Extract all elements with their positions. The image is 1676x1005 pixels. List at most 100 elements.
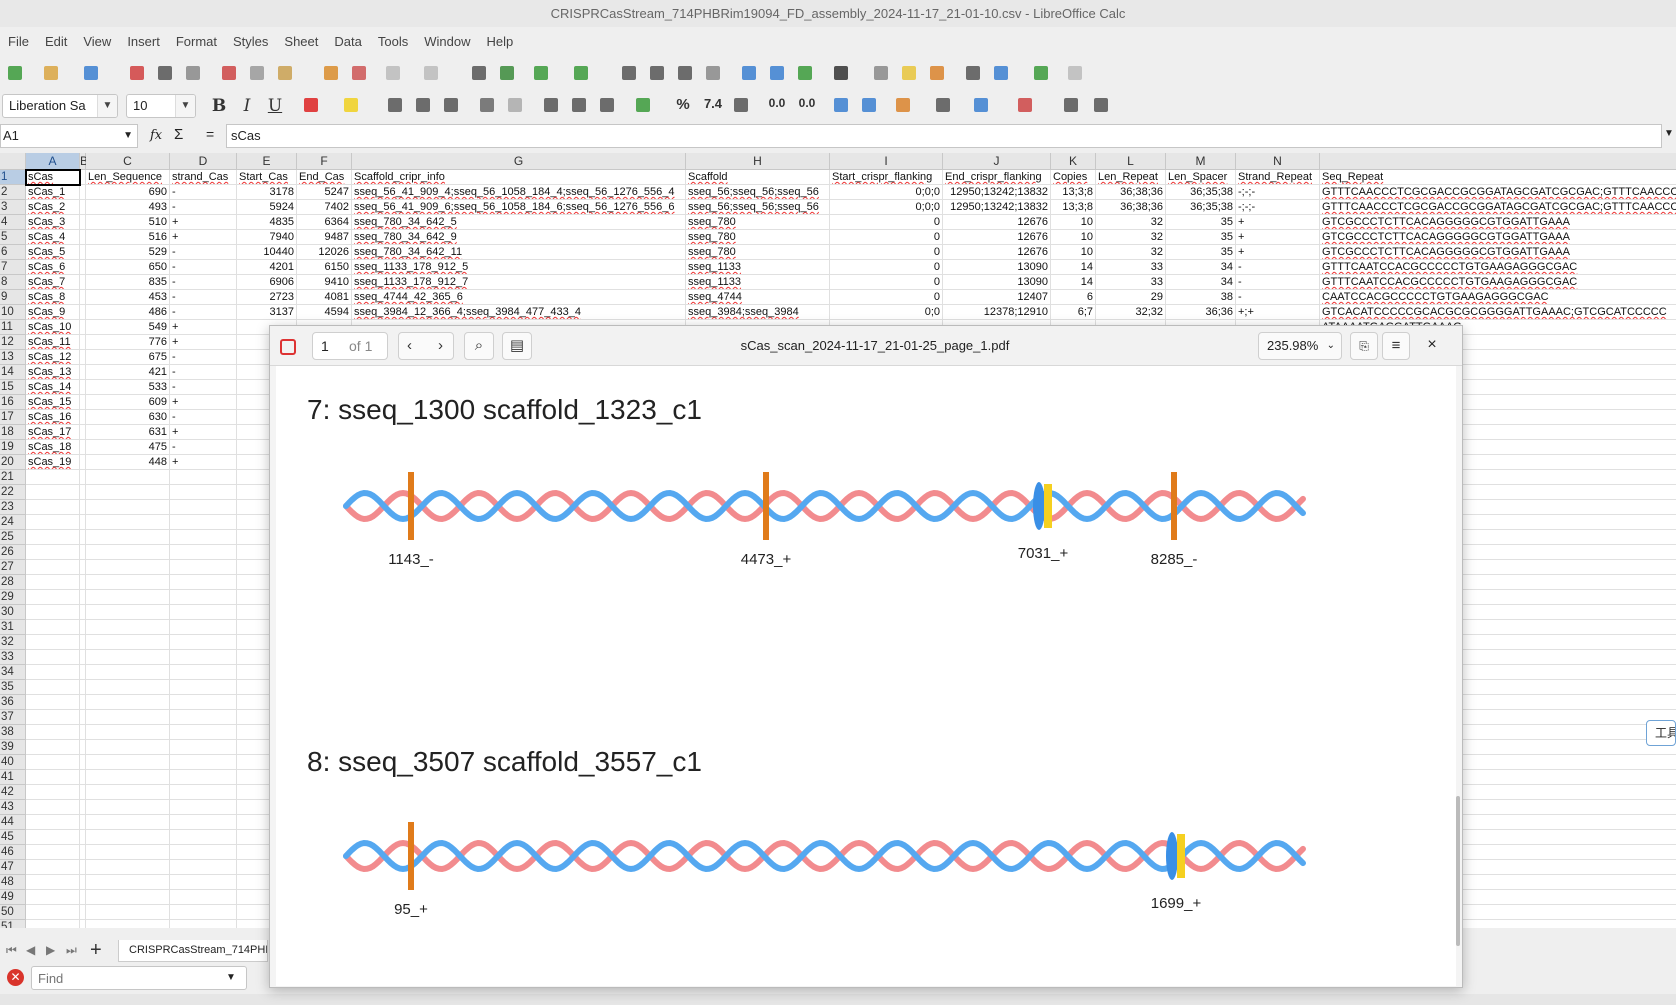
table-cell[interactable]: - — [1236, 260, 1320, 275]
table-cell[interactable] — [26, 845, 80, 860]
menu-help[interactable]: Help — [478, 28, 521, 56]
header-cell[interactable]: strand_Cas — [170, 170, 237, 185]
menu-sheet[interactable]: Sheet — [276, 28, 326, 56]
row-header[interactable]: 6 — [0, 245, 26, 260]
function-wizard-button[interactable]: fx — [150, 128, 162, 143]
table-cell[interactable]: sseq_1133 — [686, 275, 830, 290]
table-cell[interactable]: 32 — [1096, 245, 1166, 260]
table-cell[interactable]: + — [170, 395, 237, 410]
table-cell[interactable]: 14 — [1051, 275, 1096, 290]
table-cell[interactable]: 29 — [1096, 290, 1166, 305]
table-cell[interactable] — [170, 830, 237, 845]
insert-image-icon[interactable] — [738, 62, 760, 84]
font-name-box[interactable]: Liberation Sa ▼ — [2, 94, 118, 118]
table-cell[interactable]: 0 — [830, 245, 943, 260]
table-cell[interactable] — [170, 785, 237, 800]
table-cell[interactable]: sseq_4744 — [686, 290, 830, 305]
table-cell[interactable]: -;-;- — [1236, 200, 1320, 215]
table-cell[interactable]: 609 — [86, 395, 170, 410]
table-cell[interactable]: 13;3;8 — [1051, 185, 1096, 200]
sheet-tab[interactable]: CRISPRCasStream_714PHBRi — [118, 940, 268, 962]
increase-indent-icon[interactable] — [830, 94, 852, 116]
align-bottom-icon[interactable] — [596, 94, 618, 116]
header-cell[interactable]: Len_Spacer — [1166, 170, 1236, 185]
row-header[interactable]: 16 — [0, 395, 26, 410]
menu-tools[interactable]: Tools — [370, 28, 416, 56]
table-cell[interactable] — [86, 890, 170, 905]
align-middle-icon[interactable] — [568, 94, 590, 116]
sum-button[interactable]: Σ — [174, 126, 183, 143]
table-cell[interactable] — [170, 590, 237, 605]
table-cell[interactable]: 7940 — [237, 230, 297, 245]
table-cell[interactable] — [26, 770, 80, 785]
table-cell[interactable]: 0;0;0 — [830, 185, 943, 200]
table-cell[interactable]: GTTTCAATCCACGCCCCCTGTGAAGAGGGCGAC — [1320, 260, 1676, 275]
header-cell[interactable]: Scaffold — [686, 170, 830, 185]
table-cell[interactable]: 516 — [86, 230, 170, 245]
previous-page-icon[interactable]: ‹ — [407, 333, 412, 359]
table-cell[interactable]: GTTTCAACCCTCGCGACCGCGGATAGCGATCGCGAC;GTT… — [1320, 185, 1676, 200]
row-header[interactable]: 4 — [0, 215, 26, 230]
row-header[interactable]: 3 — [0, 200, 26, 215]
table-cell[interactable]: sseq_56_41_909_6;sseq_56_1058_184_6;sseq… — [352, 200, 686, 215]
table-cell[interactable]: 36;35;38 — [1166, 185, 1236, 200]
table-cell[interactable] — [86, 695, 170, 710]
percent-format-button[interactable]: % — [672, 96, 694, 113]
table-cell[interactable]: 36;38;36 — [1096, 185, 1166, 200]
table-cell[interactable]: 5924 — [237, 200, 297, 215]
table-cell[interactable] — [170, 545, 237, 560]
table-cell[interactable]: 12026 — [297, 245, 352, 260]
table-cell[interactable] — [86, 875, 170, 890]
row-header[interactable]: 47 — [0, 860, 26, 875]
row-header[interactable]: 45 — [0, 830, 26, 845]
row-header[interactable]: 24 — [0, 515, 26, 530]
table-cell[interactable]: - — [170, 260, 237, 275]
table-cell[interactable]: 3178 — [237, 185, 297, 200]
table-cell[interactable]: 36;35;38 — [1166, 200, 1236, 215]
row-header[interactable]: 7 — [0, 260, 26, 275]
table-cell[interactable]: 0 — [830, 290, 943, 305]
table-cell[interactable]: sseq_780 — [686, 215, 830, 230]
table-cell[interactable]: - — [170, 245, 237, 260]
table-cell[interactable]: sseq_56;sseq_56;sseq_56 — [686, 185, 830, 200]
header-cell[interactable]: Seq_Repeat — [1320, 170, 1676, 185]
autofilter-icon[interactable] — [702, 62, 724, 84]
table-cell[interactable]: 453 — [86, 290, 170, 305]
text-direction-icon[interactable] — [1090, 94, 1112, 116]
table-cell[interactable] — [86, 500, 170, 515]
column-header[interactable]: F — [297, 153, 352, 170]
table-cell[interactable] — [170, 845, 237, 860]
table-cell[interactable]: sCas_11 — [26, 335, 80, 350]
table-cell[interactable] — [26, 785, 80, 800]
table-cell[interactable]: - — [170, 275, 237, 290]
row-header[interactable]: 8 — [0, 275, 26, 290]
table-cell[interactable]: sCas_8 — [26, 290, 80, 305]
find-replace-icon[interactable] — [468, 62, 490, 84]
table-cell[interactable]: + — [1236, 215, 1320, 230]
decrease-indent-icon[interactable] — [858, 94, 880, 116]
table-cell[interactable]: - — [170, 305, 237, 320]
hyperlink-icon[interactable] — [870, 62, 892, 84]
paste-icon[interactable] — [274, 62, 296, 84]
menu-view[interactable]: View — [75, 28, 119, 56]
side-widget-button[interactable]: 工具 — [1646, 720, 1676, 746]
table-cell[interactable]: 33 — [1096, 275, 1166, 290]
table-cell[interactable]: 12950;13242;13832 — [943, 185, 1051, 200]
row-header[interactable]: 42 — [0, 785, 26, 800]
last-sheet-icon[interactable]: ⏭ — [66, 943, 77, 958]
table-cell[interactable]: sseq_3984;sseq_3984 — [686, 305, 830, 320]
column-header[interactable]: M — [1166, 153, 1236, 170]
find-input[interactable] — [31, 966, 247, 990]
table-cell[interactable]: 4201 — [237, 260, 297, 275]
row-header[interactable]: 19 — [0, 440, 26, 455]
page-number-input[interactable]: 1 — [321, 333, 329, 359]
column-header[interactable]: E — [237, 153, 297, 170]
expand-formula-icon[interactable]: ▼ — [1664, 128, 1674, 139]
table-cell[interactable] — [26, 830, 80, 845]
table-cell[interactable]: 7402 — [297, 200, 352, 215]
column-header[interactable]: J — [943, 153, 1051, 170]
table-cell[interactable]: sseq_56_41_909_4;sseq_56_1058_184_4;sseq… — [352, 185, 686, 200]
header-cell[interactable]: Start_Cas — [237, 170, 297, 185]
table-cell[interactable]: 14 — [1051, 260, 1096, 275]
table-cell[interactable] — [86, 575, 170, 590]
